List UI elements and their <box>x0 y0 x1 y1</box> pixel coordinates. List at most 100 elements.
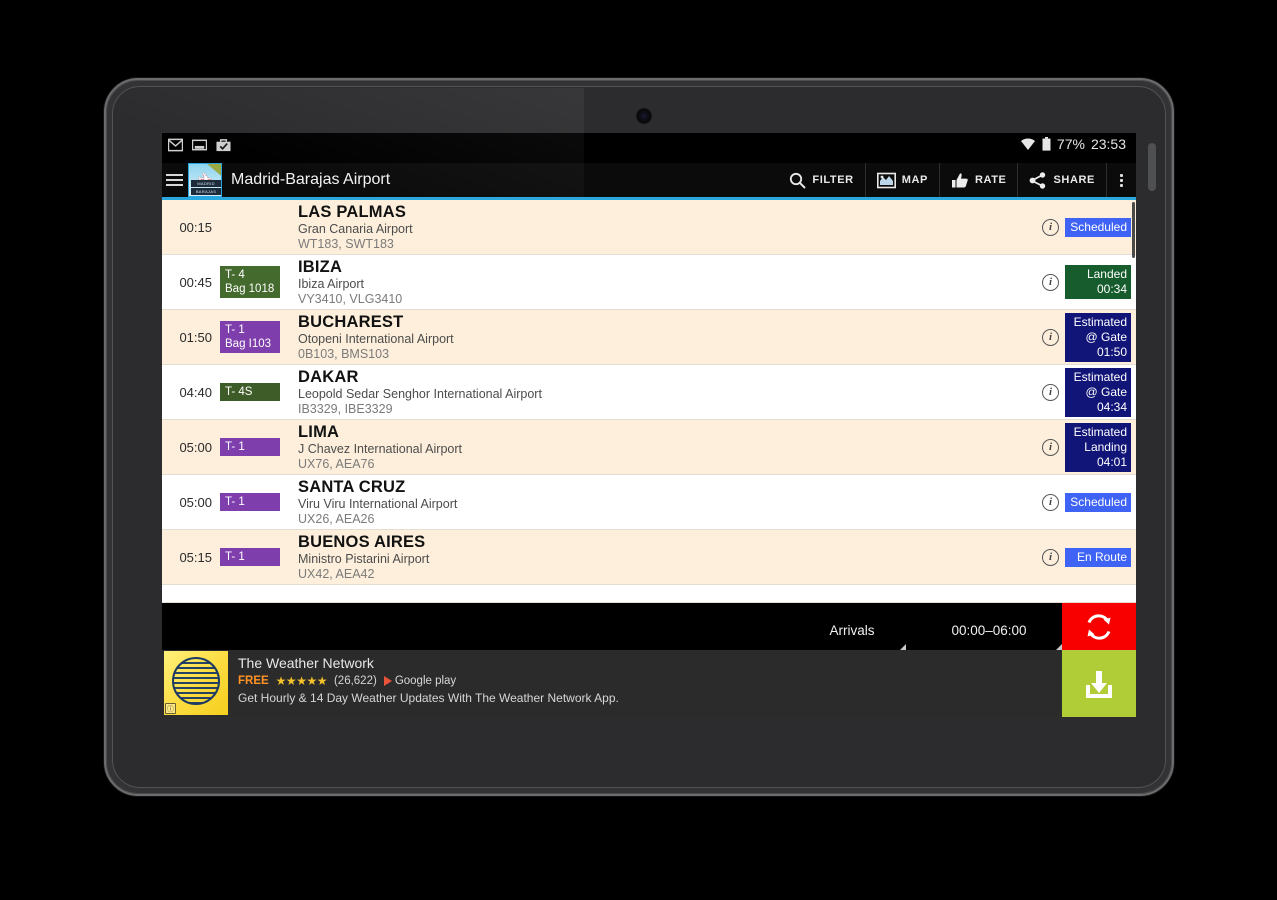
terminal-cell: T- 1 Bag I103 <box>220 321 282 353</box>
status-badge-line: 04:01 <box>1096 454 1127 469</box>
direction-value: Arrivals <box>829 622 875 638</box>
flight-city: LIMA <box>298 422 340 441</box>
flight-status-cell: i Estimated @ Gate 04:34 <box>1042 367 1136 417</box>
flight-city: DAKAR <box>298 367 359 386</box>
info-icon[interactable]: i <box>1042 438 1059 456</box>
madrid-barajas-app-icon: ✈ MADRID BARAJAS <box>188 163 222 197</box>
filter-label: FILTER <box>812 174 854 186</box>
terminal-cell: T- 1 <box>220 493 282 511</box>
refresh-button[interactable] <box>1062 603 1136 650</box>
flight-airport: Leopold Sedar Senghor International Airp… <box>298 386 542 401</box>
page-title: Madrid-Barajas Airport <box>231 171 391 188</box>
flight-row[interactable]: 01:50 T- 1 Bag I103 BUCHAREST Otopeni Intern… <box>162 310 1136 365</box>
filter-button[interactable]: FILTER <box>778 163 864 197</box>
info-icon[interactable]: i <box>1042 273 1059 291</box>
flight-status-cell: i Scheduled <box>1042 492 1136 512</box>
flight-city: SANTA CRUZ <box>298 477 406 496</box>
terminal-badge: T- 1 <box>220 548 280 566</box>
flight-details: LAS PALMAS Gran Canaria Airport WT183, SWT… <box>282 203 1042 252</box>
ad-description: Get Hourly & 14 Day Weather Updates With… <box>238 691 619 705</box>
flight-status-cell: i Estimated Landing 04:01 <box>1042 422 1136 472</box>
ad-banner[interactable]: ⓘ The Weather Network FREE ★★★★★ (26,622… <box>162 650 1136 717</box>
ad-rating-count: (26,622) <box>333 675 377 687</box>
status-badge-line: Landed <box>1086 267 1127 281</box>
terminal-badge-line: T- 4 <box>225 269 245 281</box>
wifi-icon <box>1020 137 1035 150</box>
flight-status-cell: i Scheduled <box>1042 217 1136 237</box>
flight-details: IBIZA Ibiza Airport VY3410, VLG3410 <box>282 258 1042 307</box>
rate-button[interactable]: RATE <box>938 163 1018 197</box>
flight-row[interactable]: 04:40 T- 4S DAKAR Leopold Sedar Senghor Int… <box>162 365 1136 420</box>
flight-airport: Gran Canaria Airport <box>298 221 413 236</box>
info-icon[interactable]: i <box>1042 548 1059 566</box>
flight-city: LAS PALMAS <box>298 202 407 221</box>
flight-time: 05:15 <box>179 549 212 565</box>
info-icon[interactable]: i <box>1042 218 1059 236</box>
terminal-badge-line: T- 4S <box>225 386 253 398</box>
ad-star-rating: ★★★★★ <box>275 674 328 688</box>
ad-download-button[interactable] <box>1062 650 1136 717</box>
status-system-icons: 77% 23:53 <box>1020 136 1126 152</box>
status-badge-line: 00:34 <box>1096 282 1127 296</box>
terminal-badge-line: T- 1 <box>225 551 245 563</box>
status-notification-icons <box>168 138 231 152</box>
flight-codes: UX76, AEA76 <box>298 456 375 471</box>
tablet-screen: 77% 23:53 ✈ MADRID BARAJAS Madrid-Baraja… <box>162 133 1136 717</box>
ad-text-block: The Weather Network FREE ★★★★★ (26,622) … <box>228 650 1062 717</box>
control-spacer <box>162 603 798 650</box>
app-icon-label-bottom: BARAJAS <box>191 188 221 195</box>
map-button[interactable]: MAP <box>864 163 939 197</box>
terminal-cell: T- 4S <box>220 383 282 401</box>
flight-airport: Ibiza Airport <box>298 276 365 291</box>
terminal-cell: T- 1 <box>220 438 282 456</box>
terminal-badge: T- 1 <box>220 493 280 511</box>
flight-row[interactable]: 05:00 T- 1 SANTA CRUZ Viru Viru Internation… <box>162 475 1136 530</box>
flight-codes: UX42, AEA42 <box>298 566 375 581</box>
flight-time: 04:40 <box>179 384 212 400</box>
list-scrollbar[interactable] <box>1132 202 1135 258</box>
status-badge-line: @ Gate <box>1085 384 1127 399</box>
terminal-badge: T- 4 Bag 1018 <box>220 266 280 298</box>
briefcase-check-icon <box>216 139 231 152</box>
app-icon-label-top: MADRID <box>191 180 221 187</box>
map-label: MAP <box>901 174 928 186</box>
flight-status-cell: i Estimated @ Gate 01:50 <box>1042 312 1136 362</box>
weather-network-globe-icon: ⓘ <box>164 651 228 715</box>
rate-label: RATE <box>974 174 1007 186</box>
status-badge-line: Estimated <box>1073 314 1127 329</box>
flight-codes: VY3410, VLG3410 <box>298 291 403 306</box>
flight-codes: 0B103, BMS103 <box>298 346 390 361</box>
flight-row-partial[interactable] <box>162 585 1136 603</box>
flight-time: 00:15 <box>179 219 212 235</box>
flight-city: IBIZA <box>298 257 343 276</box>
flight-row[interactable]: 00:15 LAS PALMAS Gran Canaria Airport WT183… <box>162 200 1136 255</box>
flight-row[interactable]: 05:00 T- 1 LIMA J Chavez International Airp… <box>162 420 1136 475</box>
terminal-badge-line: T- 1 <box>225 496 245 508</box>
overflow-menu-icon[interactable] <box>1106 163 1136 197</box>
terminal-badge: T- 1 <box>220 438 280 456</box>
download-icon <box>1086 670 1112 698</box>
ad-store-label: Google play <box>394 675 457 687</box>
power-button[interactable] <box>1148 143 1156 191</box>
flight-row[interactable]: 05:15 T- 1 BUENOS AIRES Ministro Pistarini … <box>162 530 1136 585</box>
action-bar-items: FILTER MAP RATE SHARE <box>778 163 1136 197</box>
info-icon[interactable]: i <box>1042 493 1059 511</box>
direction-spinner[interactable]: Arrivals <box>798 607 906 654</box>
time-range-spinner[interactable]: 00:00–06:00 <box>916 607 1062 654</box>
adchoices-icon[interactable]: ⓘ <box>165 703 176 714</box>
flight-airport: Viru Viru International Airport <box>298 496 458 511</box>
info-icon[interactable]: i <box>1042 328 1059 346</box>
status-badge: Scheduled <box>1065 217 1131 237</box>
status-badge: Landed 00:34 <box>1065 265 1131 299</box>
share-button[interactable]: SHARE <box>1017 163 1106 197</box>
hamburger-menu-icon[interactable] <box>166 174 183 186</box>
flight-row[interactable]: 00:45 T- 4 Bag 1018 IBIZA Ibiza Airport VY341… <box>162 255 1136 310</box>
status-badge-line: @ Gate <box>1085 329 1127 344</box>
flight-time: 01:50 <box>179 329 212 345</box>
flight-details: BUCHAREST Otopeni International Airport 0B… <box>282 313 1042 362</box>
flight-list[interactable]: 00:15 LAS PALMAS Gran Canaria Airport WT183… <box>162 200 1136 603</box>
refresh-icon <box>1087 613 1111 640</box>
status-bar: 77% 23:53 <box>162 133 1136 163</box>
action-bar: ✈ MADRID BARAJAS Madrid-Barajas Airport … <box>162 163 1136 200</box>
info-icon[interactable]: i <box>1042 383 1059 401</box>
